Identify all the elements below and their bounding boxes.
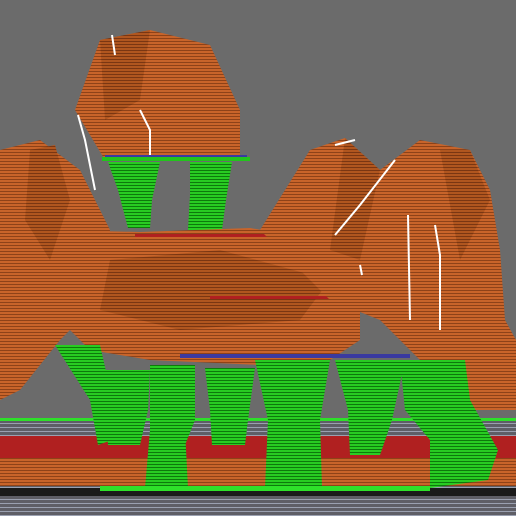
sliced-model-render	[0, 30, 516, 516]
slicer-3d-preview-viewport[interactable]	[0, 0, 516, 516]
support-pillars-upper	[108, 162, 232, 230]
